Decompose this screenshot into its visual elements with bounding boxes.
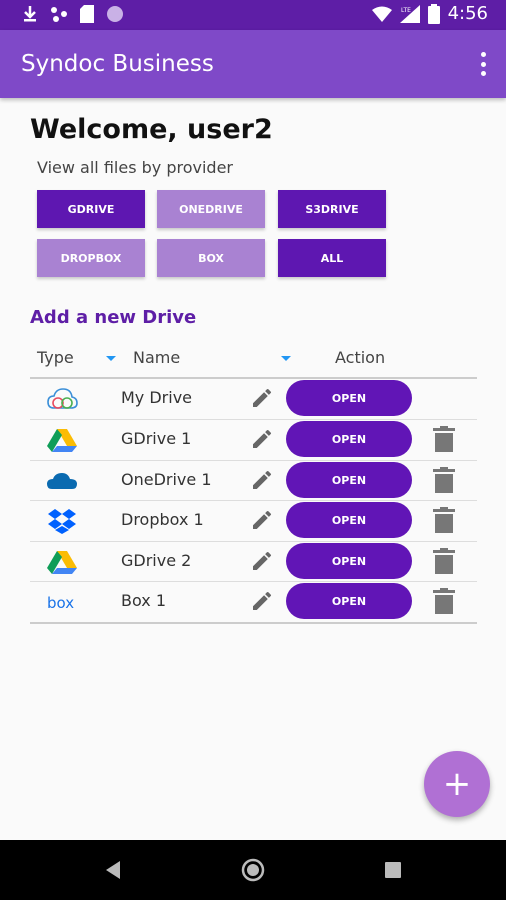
filter-gdrive-button[interactable]: GDRIVE	[37, 190, 145, 228]
table-row: My Drive OPEN	[30, 378, 477, 419]
syndoc-cloud-icon	[47, 388, 78, 409]
delete-trash-icon[interactable]	[433, 588, 455, 614]
back-icon[interactable]	[104, 860, 122, 880]
table-row: GDrive 1 OPEN	[30, 419, 477, 460]
table-row: box Box 1 OPEN	[30, 581, 477, 622]
open-button[interactable]: OPEN	[286, 462, 412, 498]
open-button[interactable]: OPEN	[286, 502, 412, 538]
signal-icon: LTE	[399, 4, 420, 23]
column-header-type[interactable]: Type	[37, 348, 74, 367]
add-fab-button[interactable]: +	[424, 751, 490, 817]
welcome-heading: Welcome, user2	[30, 114, 273, 145]
drive-name: GDrive 1	[121, 429, 192, 448]
filter-box-button[interactable]: BOX	[157, 239, 265, 277]
download-icon	[24, 6, 36, 22]
delete-trash-icon[interactable]	[433, 507, 455, 533]
recents-icon[interactable]	[385, 862, 401, 878]
add-drive-link[interactable]: Add a new Drive	[30, 307, 196, 328]
overflow-menu-icon[interactable]	[476, 52, 490, 76]
delete-trash-icon[interactable]	[433, 426, 455, 452]
edit-pencil-icon[interactable]	[250, 589, 274, 613]
edit-pencil-icon[interactable]	[250, 508, 274, 532]
edit-pencil-icon[interactable]	[250, 427, 274, 451]
system-nav-bar	[0, 840, 506, 900]
table-row: Dropbox 1 OPEN	[30, 500, 477, 541]
delete-trash-icon[interactable]	[433, 467, 455, 493]
provider-filter-label: View all files by provider	[37, 158, 233, 177]
filter-onedrive-button[interactable]: ONEDRIVE	[157, 190, 265, 228]
share-icon	[51, 7, 67, 22]
drive-name: GDrive 2	[121, 551, 192, 570]
plus-icon: +	[442, 764, 472, 804]
filter-dropbox-button[interactable]: DROPBOX	[37, 239, 145, 277]
home-icon[interactable]	[241, 858, 265, 882]
open-button[interactable]: OPEN	[286, 380, 412, 416]
status-bar: LTE 4:56	[0, 0, 506, 30]
svg-text:box: box	[47, 594, 74, 612]
onedrive-icon	[47, 473, 77, 489]
app-bar: Syndoc Business	[0, 30, 506, 98]
table-row: GDrive 2 OPEN	[30, 541, 477, 582]
battery-icon	[427, 3, 440, 24]
edit-pencil-icon[interactable]	[250, 386, 274, 410]
delete-trash-icon[interactable]	[433, 548, 455, 574]
google-drive-icon	[47, 429, 77, 452]
filter-all-button[interactable]: ALL	[278, 239, 386, 277]
edit-pencil-icon[interactable]	[250, 468, 274, 492]
drive-name: My Drive	[121, 388, 193, 407]
sd-card-icon	[80, 5, 94, 23]
network-label: LTE	[401, 7, 411, 14]
dropbox-icon	[48, 509, 76, 534]
drive-name: Dropbox 1	[121, 510, 204, 529]
sort-type-icon[interactable]	[106, 356, 116, 361]
google-drive-icon	[47, 551, 77, 574]
sort-name-icon[interactable]	[281, 356, 291, 361]
open-button[interactable]: OPEN	[286, 583, 412, 619]
wifi-icon	[371, 6, 392, 22]
box-icon: box	[47, 594, 74, 612]
open-button[interactable]: OPEN	[286, 543, 412, 579]
table-row: OneDrive 1 OPEN	[30, 460, 477, 501]
column-header-action: Action	[335, 348, 386, 367]
filter-s3drive-button[interactable]: S3DRIVE	[278, 190, 386, 228]
open-button[interactable]: OPEN	[286, 421, 412, 457]
column-header-name[interactable]: Name	[133, 348, 180, 367]
circle-icon	[107, 6, 123, 22]
app-title: Syndoc Business	[21, 51, 214, 77]
edit-pencil-icon[interactable]	[250, 549, 274, 573]
drive-name: OneDrive 1	[121, 470, 212, 489]
clock: 4:56	[447, 3, 488, 24]
table-bottom-divider	[30, 622, 477, 624]
drive-name: Box 1	[121, 591, 167, 610]
